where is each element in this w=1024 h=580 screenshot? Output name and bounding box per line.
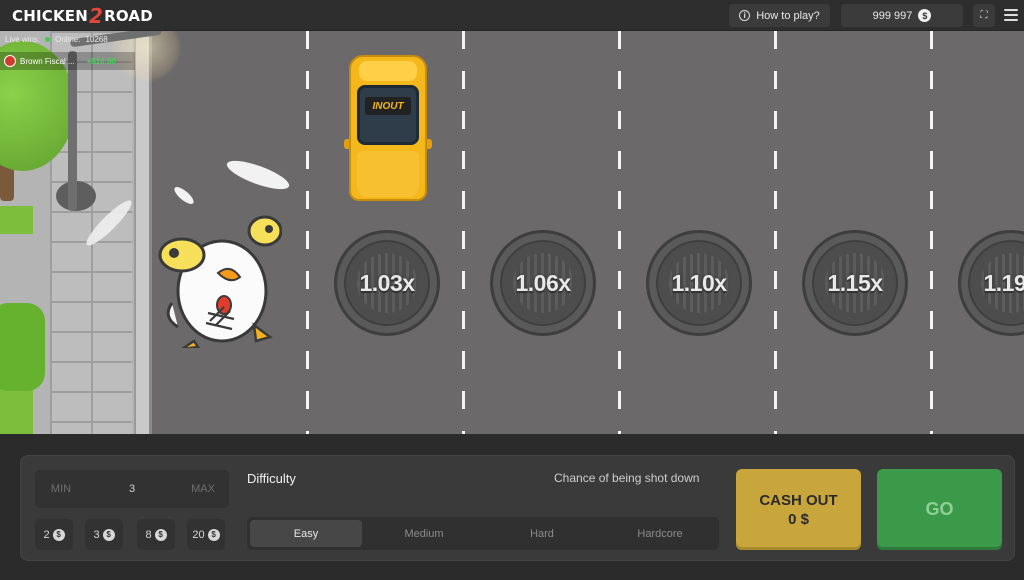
logo: CHICKEN 2 ROAD [12, 4, 153, 28]
lane-line [930, 31, 933, 434]
coin-icon: $ [918, 9, 932, 22]
menu-icon [1004, 8, 1018, 11]
lane-line [306, 31, 309, 434]
coin-icon: $ [102, 528, 115, 541]
bet-min-button[interactable]: MIN [39, 478, 83, 500]
quick-bet-amount: 2 [43, 528, 50, 541]
cash-out-label: CASH OUT [759, 491, 838, 509]
feather [223, 155, 293, 195]
avatar [4, 55, 16, 67]
curb [134, 31, 152, 434]
multiplier-tile[interactable]: 1.19x [958, 230, 1024, 336]
winner-amount: +$10.00 [86, 56, 116, 66]
grass-patch [0, 389, 33, 434]
game-root: CHICKEN 2 ROAD i How to play? 999 997 $ … [0, 0, 1024, 580]
quick-bet-button[interactable]: 20 $ [187, 519, 225, 550]
how-to-play-label: How to play? [756, 9, 820, 22]
live-wins-label: Live wins: [5, 35, 41, 44]
lane-line [618, 31, 621, 434]
cash-out-button[interactable]: CASH OUT 0 $ [736, 469, 861, 550]
coin-icon: $ [207, 528, 220, 541]
control-panel: MIN 3 MAX 2 $ 3 $ 8 $ 20 $ Difficulty Ch… [20, 455, 1015, 561]
car-sign: INOUT [365, 97, 411, 115]
multiplier-tile[interactable]: 1.15x [802, 230, 908, 336]
live-wins-bar: Live wins: Online: 10268 [0, 31, 135, 48]
online-dot-icon [45, 37, 51, 42]
logo-left: CHICKEN [12, 7, 88, 25]
bet-input-group: MIN 3 MAX [35, 470, 229, 508]
fullscreen-button[interactable]: ⛶ [973, 4, 995, 27]
chicken [158, 215, 282, 348]
multiplier-value: 1.10x [671, 269, 727, 296]
menu-button[interactable] [1004, 7, 1018, 23]
multiplier-value: 1.03x [359, 269, 415, 296]
bet-amount-input[interactable]: 3 [95, 478, 169, 500]
online-count: 10268 [85, 35, 108, 44]
multiplier-tile[interactable]: 1.10x [646, 230, 752, 336]
difficulty-medium[interactable]: Medium [368, 520, 480, 547]
game-area: 1.03x 1.06x 1.10x 1.15x 1.19x INOUT [0, 31, 1024, 434]
balance-value: 999 997 [872, 9, 913, 22]
lane-line [462, 31, 465, 434]
info-icon: i [739, 10, 751, 21]
lane-line [774, 31, 777, 434]
bush [0, 303, 45, 391]
multiplier-value: 1.06x [515, 269, 571, 296]
online-label: Online: [55, 35, 81, 44]
winner-name: Brown Fiscal ... [20, 56, 75, 66]
difficulty-label: Difficulty [247, 471, 296, 486]
fullscreen-icon: ⛶ [980, 10, 988, 21]
coin-icon: $ [52, 528, 65, 541]
quick-bet-button[interactable]: 2 $ [35, 519, 73, 550]
logo-right: ROAD [104, 7, 153, 25]
feather [171, 184, 197, 207]
difficulty-hardcore[interactable]: Hardcore [604, 520, 716, 547]
bet-max-button[interactable]: MAX [181, 478, 225, 500]
multiplier-value: 1.15x [827, 269, 883, 296]
chance-label: Chance of being shot down [554, 471, 700, 485]
go-button[interactable]: GO [877, 469, 1002, 550]
live-win-item: Brown Fiscal ... +$10.00 [0, 52, 135, 70]
how-to-play-button[interactable]: i How to play? [729, 4, 830, 27]
difficulty-selector: Easy Medium Hard Hardcore [247, 517, 719, 550]
taxi-car: INOUT [344, 55, 432, 201]
quick-bet-button[interactable]: 8 $ [137, 519, 175, 550]
multiplier-value: 1.19x [983, 269, 1024, 296]
difficulty-hard[interactable]: Hard [486, 520, 598, 547]
quick-bet-button[interactable]: 3 $ [85, 519, 123, 550]
top-bar: CHICKEN 2 ROAD i How to play? 999 997 $ … [0, 0, 1024, 31]
quick-bet-amount: 8 [145, 528, 152, 541]
coin-icon: $ [154, 528, 167, 541]
cash-out-amount: 0 $ [788, 510, 809, 528]
quick-bet-amount: 20 [192, 528, 205, 541]
grass-patch [0, 206, 33, 234]
difficulty-easy[interactable]: Easy [250, 520, 362, 547]
lamp-pole [68, 51, 77, 211]
balance-display: 999 997 $ [841, 4, 963, 27]
multiplier-tile[interactable]: 1.06x [490, 230, 596, 336]
logo-number: 2 [88, 4, 104, 28]
multiplier-tile[interactable]: 1.03x [334, 230, 440, 336]
quick-bet-amount: 3 [93, 528, 100, 541]
